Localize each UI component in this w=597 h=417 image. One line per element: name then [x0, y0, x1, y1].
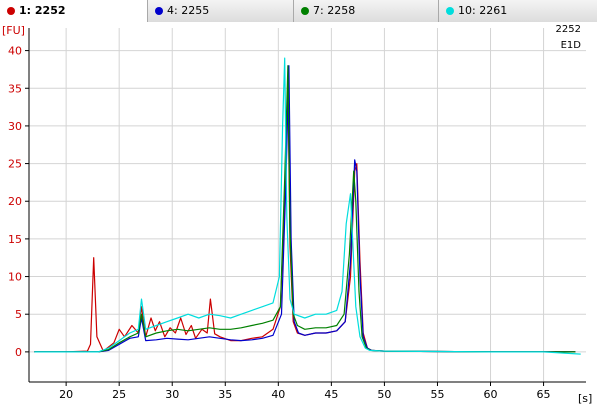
x-axis-label: [s] [578, 392, 592, 405]
tab-sample-10[interactable]: 10: 2261 [439, 0, 597, 22]
y-tick-label: 10 [8, 271, 22, 284]
plot-area[interactable]: 20 25 30 35 40 45 50 55 60 65 0 5 10 15 20 25 30 35 40 [FU… [0, 22, 597, 417]
tab-sample-7[interactable]: 7: 2258 [294, 0, 439, 22]
sample-name: 2252 [556, 24, 581, 35]
x-tick-label: 35 [218, 388, 232, 401]
y-tick-label: 30 [8, 120, 22, 133]
tab-sample-4[interactable]: 4: 2255 [148, 0, 294, 22]
x-tick-label: 25 [112, 388, 126, 401]
x-tick-label: 40 [271, 388, 285, 401]
y-tick-label: 0 [15, 346, 22, 359]
electropherogram-window: 1: 2252 4: 2255 7: 2258 10: 2261 20 25 30 3… [0, 0, 597, 417]
electropherogram-chart: 20 25 30 35 40 45 50 55 60 65 0 5 10 15 20 25 30 35 40 [FU… [0, 22, 597, 417]
tab-label: 7: 2258 [313, 4, 356, 17]
tab-sample-1[interactable]: 1: 2252 [0, 0, 148, 22]
sample-color-dot [446, 7, 454, 15]
tab-label: 10: 2261 [458, 4, 508, 17]
x-tick-label: 45 [324, 388, 338, 401]
x-tick-label: 20 [59, 388, 73, 401]
y-tick-label: 25 [8, 158, 22, 171]
sample-tab-bar: 1: 2252 4: 2255 7: 2258 10: 2261 [0, 0, 597, 23]
x-tick-label: 30 [165, 388, 179, 401]
y-axis-label: [FU] [2, 24, 25, 37]
tab-label: 4: 2255 [167, 4, 210, 17]
y-tick-label: 20 [8, 195, 22, 208]
x-tick-label: 65 [537, 388, 551, 401]
sample-color-dot [7, 7, 15, 15]
y-tick-label: 15 [8, 233, 22, 246]
tab-label: 1: 2252 [19, 4, 66, 17]
sample-color-dot [301, 7, 309, 15]
x-tick-label: 50 [377, 388, 391, 401]
x-tick-label: 60 [484, 388, 498, 401]
well-label: E1D [561, 40, 582, 51]
sample-color-dot [155, 7, 163, 15]
y-tick-label: 35 [8, 82, 22, 95]
y-tick-label: 5 [15, 308, 22, 321]
x-tick-label: 55 [430, 388, 444, 401]
y-tick-label: 40 [8, 45, 22, 58]
